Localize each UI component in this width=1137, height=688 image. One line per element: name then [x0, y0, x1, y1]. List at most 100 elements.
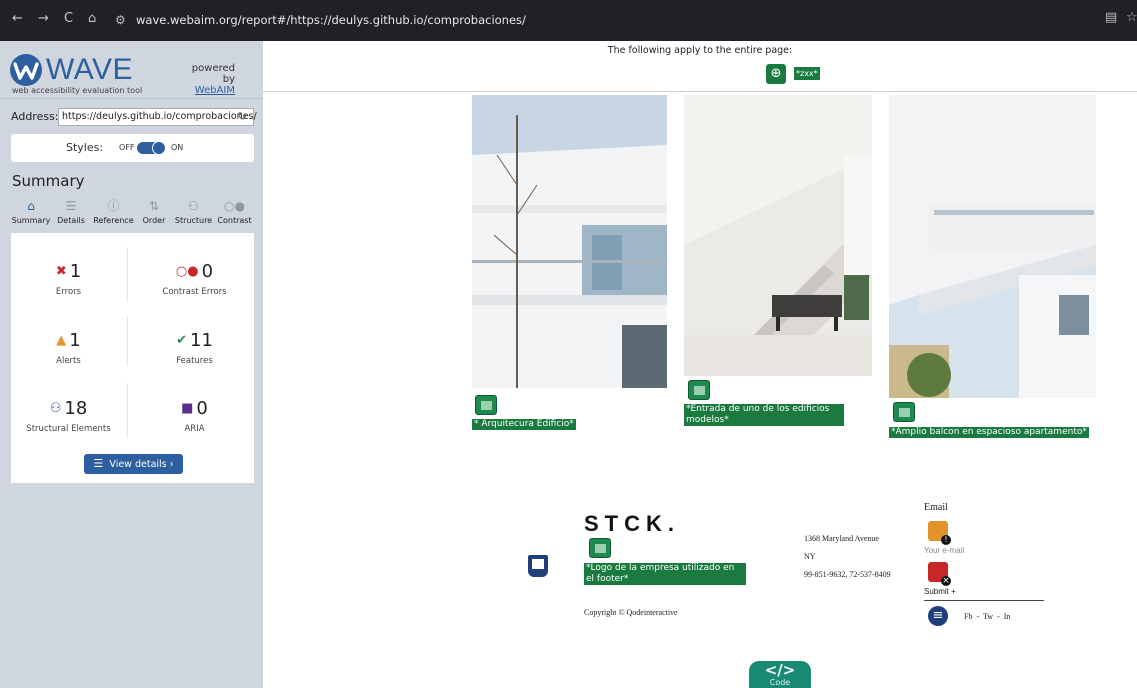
errors-count: 1	[69, 261, 82, 282]
photo-balcony	[889, 95, 1096, 398]
language-tag: *zxx*	[794, 67, 820, 80]
back-icon[interactable]: ←	[12, 10, 23, 28]
tab-reference[interactable]: ⓘ Reference	[91, 196, 136, 234]
reload-icon[interactable]: C	[64, 10, 73, 28]
error-icon: ✖	[55, 264, 67, 279]
alt-text-tag: *Entrada de uno de los edificios modelos…	[684, 404, 844, 426]
forward-icon[interactable]: →	[38, 10, 49, 28]
stat-aria[interactable]: ■ 0 ARIA	[137, 398, 252, 434]
wave-header: WAVE web accessibility evaluation tool p…	[0, 41, 263, 99]
address-input-value: https://deulys.github.io/comprobaciones/	[62, 111, 257, 122]
bookmark-star-icon[interactable]: ☆	[1126, 10, 1137, 25]
errors-label: Errors	[55, 287, 82, 297]
divider	[127, 247, 128, 302]
aria-icon: ■	[181, 401, 194, 416]
contrast-error-icon: ○●	[175, 264, 199, 279]
address-bar-url: wave.webaim.org/report#/https://deulys.g…	[136, 13, 526, 27]
divider	[127, 316, 128, 366]
alt-text-tag: *Amplio balcon en espacioso apartamento*	[889, 427, 1089, 438]
tab-order-label: Order	[142, 216, 166, 225]
list-structure-icon[interactable]	[928, 606, 948, 626]
toggle-knob	[152, 141, 166, 155]
feature-check-icon: ✔	[176, 333, 187, 348]
contrast-errors-label: Contrast Errors	[162, 287, 227, 297]
divider	[263, 91, 1137, 92]
landmark-footer-icon[interactable]	[528, 555, 548, 577]
aria-count: 0	[196, 398, 208, 419]
structural-count: 18	[64, 398, 88, 419]
address-row: Address: https://deulys.github.io/compro…	[11, 108, 257, 126]
social-links[interactable]: Fb - Tw - In	[964, 608, 1010, 626]
phone-number: 99-851-9632, 72-537-8409	[804, 570, 891, 579]
image-alt-feature-icon[interactable]	[475, 395, 497, 415]
tab-summary[interactable]: ⌂ Summary	[11, 196, 51, 234]
email-label: Email	[924, 502, 948, 513]
stat-structural[interactable]: ⚇ 18 Structural Elements	[11, 398, 126, 434]
tab-reference-label: Reference	[93, 216, 134, 225]
wave-sidebar: WAVE web accessibility evaluation tool p…	[0, 41, 263, 688]
photo-building	[472, 95, 667, 388]
alerts-label: Alerts	[56, 356, 81, 366]
translate-icon[interactable]: ▤	[1105, 10, 1117, 25]
tab-details-label: Details	[57, 216, 85, 225]
list-icon: ☰	[65, 199, 77, 213]
view-details-button[interactable]: ☰ View details ›	[84, 454, 183, 474]
globe-icon[interactable]: ⊕	[766, 64, 786, 84]
alt-text-tag: *Logo de la empresa utilizado en el foot…	[584, 563, 746, 585]
alert-icon: ▲	[56, 333, 67, 348]
alert-icon[interactable]	[928, 521, 951, 545]
tab-structure[interactable]: ⚇ Structure	[172, 196, 215, 234]
image-alt-feature-icon[interactable]	[589, 538, 611, 558]
stat-contrast-errors[interactable]: ○● 0 Contrast Errors	[137, 261, 252, 297]
contact-block: 1368 Maryland Avenue NY 99-851-9632, 72-…	[804, 530, 894, 584]
styles-off-label: OFF	[119, 143, 135, 152]
address-input[interactable]: https://deulys.github.io/comprobaciones/…	[58, 108, 257, 126]
code-toggle-button[interactable]: </> Code	[749, 661, 811, 688]
brand-logo[interactable]: STCK.	[584, 511, 680, 537]
features-count: 11	[190, 330, 213, 351]
features-label: Features	[176, 356, 213, 366]
powered-by: powered by WebAIM	[180, 63, 235, 96]
styles-on-label: ON	[171, 143, 184, 152]
powered-by-label: powered by	[191, 63, 235, 85]
copyright-text: Copyright © Qodeinteractive	[584, 608, 678, 617]
contrast-errors-count: 0	[201, 261, 214, 282]
address-line: 1368 Maryland Avenue	[804, 534, 879, 543]
styles-label: Styles:	[66, 141, 104, 154]
tab-structure-label: Structure	[174, 216, 213, 225]
email-input[interactable]: Your e-mail	[924, 542, 964, 560]
site-settings-icon[interactable]: ⚙	[115, 8, 126, 32]
styles-toggle[interactable]	[137, 141, 166, 155]
stat-errors[interactable]: ✖ 1 Errors	[11, 261, 126, 297]
wave-tagline: web accessibility evaluation tool	[12, 86, 143, 95]
browser-toolbar: ← → C ⌂ ⚙ wave.webaim.org/report#/https:…	[0, 0, 1137, 41]
stat-alerts[interactable]: ▲ 1 Alerts	[11, 330, 126, 366]
structure-icon: ⚇	[188, 199, 199, 213]
refresh-icon[interactable]: ↻	[238, 109, 247, 125]
error-icon[interactable]	[928, 562, 951, 586]
tab-contrast[interactable]: ○● Contrast	[215, 196, 254, 234]
wave-logo-icon	[10, 54, 42, 86]
stat-features[interactable]: ✔ 11 Features	[137, 330, 252, 366]
address-city: NY	[804, 552, 816, 561]
tab-details[interactable]: ☰ Details	[53, 196, 89, 234]
wave-logo-text: WAVE	[46, 53, 134, 86]
webaim-link[interactable]: WebAIM	[180, 85, 235, 96]
tab-summary-label: Summary	[11, 216, 51, 225]
image-alt-feature-icon[interactable]	[688, 380, 710, 400]
alerts-count: 1	[69, 330, 81, 351]
order-icon: ⇅	[148, 199, 160, 213]
aria-label: ARIA	[184, 424, 205, 434]
styles-toggle-box: Styles: OFF ON	[11, 134, 254, 162]
page-wide-note: The following apply to the entire page:	[607, 45, 793, 56]
submit-button[interactable]: Submit +	[924, 583, 956, 601]
code-icon: </>	[764, 661, 796, 679]
address-bar[interactable]: ⚙ wave.webaim.org/report#/https://deulys…	[110, 8, 1110, 32]
address-label: Address:	[11, 110, 59, 123]
tab-order[interactable]: ⇅ Order	[138, 196, 170, 234]
image-alt-feature-icon[interactable]	[893, 402, 915, 422]
divider	[924, 600, 1044, 601]
divider	[127, 383, 128, 438]
list-icon: ☰	[93, 457, 104, 470]
home-icon[interactable]: ⌂	[88, 10, 96, 28]
